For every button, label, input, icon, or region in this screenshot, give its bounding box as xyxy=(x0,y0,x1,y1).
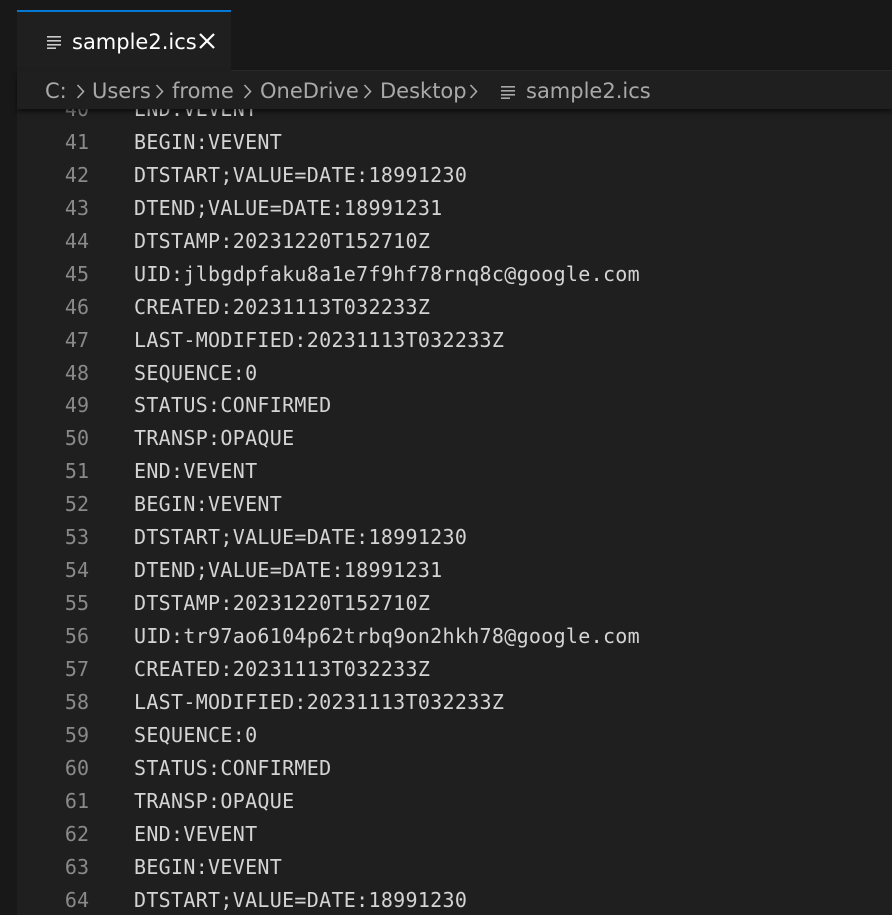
line-text: DTSTART;VALUE=DATE:18991230 xyxy=(134,525,468,550)
code-line[interactable]: 56 UID:tr97ao6104p62trbq9on2hkh78@google.… xyxy=(17,620,892,653)
line-number: 42 xyxy=(64,162,89,187)
code-line[interactable]: 42 DTSTART;VALUE=DATE:18991230 xyxy=(17,159,892,192)
line-text: UID:jlbgdpfaku8a1e7f9hf78rnq8c@google.co… xyxy=(134,261,640,286)
tab-bar: sample2.ics xyxy=(17,10,892,71)
code-line[interactable]: 50 TRANSP:OPAQUE xyxy=(17,422,892,455)
code-line[interactable]: 55 DTSTAMP:20231220T152710Z xyxy=(17,587,892,620)
code-line[interactable]: 57 CREATED:20231113T032233Z xyxy=(17,653,892,686)
line-text: CREATED:20231113T032233Z xyxy=(134,656,431,681)
code-editor[interactable]: 40 END:VEVENT 41 BEGIN:VEVENT 42 DTSTART;VALU… xyxy=(17,109,892,915)
tab-label: sample2.ics xyxy=(72,30,197,54)
line-number: 60 xyxy=(64,755,89,780)
code-line[interactable]: 58 LAST-MODIFIED:20231113T032233Z xyxy=(17,686,892,719)
code-line[interactable]: 41 BEGIN:VEVENT xyxy=(17,126,892,159)
line-text: DTEND;VALUE=DATE:18991231 xyxy=(134,195,443,220)
chevron-right-icon xyxy=(155,84,164,99)
line-text: UID:tr97ao6104p62trbq9on2hkh78@google.co… xyxy=(134,624,640,648)
line-number: 41 xyxy=(64,129,89,154)
line-text: DTSTAMP:20231220T152710Z xyxy=(134,591,431,616)
code-line[interactable]: 51 END:VEVENT xyxy=(17,455,892,488)
line-number: 57 xyxy=(64,656,89,681)
line-number: 58 xyxy=(64,689,89,714)
code-line[interactable]: 47 LAST-MODIFIED:20231113T032233Z xyxy=(17,324,892,357)
line-text: STATUS:CONFIRMED xyxy=(134,393,332,418)
line-number: 56 xyxy=(64,624,89,648)
breadcrumb: C: Users frome OneDrive Desktop sample2.… xyxy=(17,71,892,109)
code-line[interactable]: 40 END:VEVENT xyxy=(17,109,892,126)
line-text: END:VEVENT xyxy=(134,821,258,846)
line-number: 40 xyxy=(64,109,89,121)
chevron-right-icon xyxy=(469,84,478,99)
line-number: 45 xyxy=(64,261,89,286)
line-number: 59 xyxy=(64,722,89,747)
line-number: 50 xyxy=(64,426,89,451)
line-text: STATUS:CONFIRMED xyxy=(134,755,332,780)
code-line[interactable]: 64 DTSTART;VALUE=DATE:18991230 xyxy=(17,884,892,915)
code-line[interactable]: 60 STATUS:CONFIRMED xyxy=(17,752,892,785)
editor-window: sample2.ics C: Users frome OneDrive Desk… xyxy=(0,0,892,915)
line-text: END:VEVENT xyxy=(134,459,258,484)
line-text: BEGIN:VEVENT xyxy=(134,492,283,517)
line-text: TRANSP:OPAQUE xyxy=(134,426,295,451)
chevron-right-icon xyxy=(76,84,85,99)
line-number: 47 xyxy=(64,327,89,352)
breadcrumb-item-onedrive[interactable]: OneDrive xyxy=(260,78,359,104)
line-text: CREATED:20231113T032233Z xyxy=(134,294,431,319)
line-text: DTSTART;VALUE=DATE:18991230 xyxy=(134,887,468,912)
code-line[interactable]: 62 END:VEVENT xyxy=(17,818,892,851)
line-number: 64 xyxy=(64,887,89,912)
code-line[interactable]: 52 BEGIN:VEVENT xyxy=(17,488,892,521)
chevron-right-icon xyxy=(243,84,252,99)
line-number: 63 xyxy=(64,854,89,879)
line-number: 44 xyxy=(64,228,89,253)
file-lines-icon xyxy=(47,36,61,49)
activity-bar-edge xyxy=(0,0,18,915)
line-number: 55 xyxy=(64,591,89,616)
breadcrumb-item-desktop[interactable]: Desktop xyxy=(380,78,467,104)
line-number: 49 xyxy=(64,393,89,418)
line-text: BEGIN:VEVENT xyxy=(134,854,283,879)
code-line[interactable]: 43 DTEND;VALUE=DATE:18991231 xyxy=(17,192,892,225)
line-text: DTSTAMP:20231220T152710Z xyxy=(134,228,431,253)
line-text: LAST-MODIFIED:20231113T032233Z xyxy=(134,327,505,352)
code-line[interactable]: 63 BEGIN:VEVENT xyxy=(17,851,892,884)
line-number: 43 xyxy=(64,195,89,220)
breadcrumb-item-users[interactable]: Users xyxy=(92,78,151,104)
line-text: DTSTART;VALUE=DATE:18991230 xyxy=(134,162,468,187)
line-text: TRANSP:OPAQUE xyxy=(134,788,295,813)
tab-sample2-ics[interactable]: sample2.ics xyxy=(17,10,231,71)
line-number: 46 xyxy=(64,294,89,319)
code-line[interactable]: 54 DTEND;VALUE=DATE:18991231 xyxy=(17,554,892,587)
breadcrumb-item-file[interactable]: sample2.ics xyxy=(526,78,651,104)
line-number: 48 xyxy=(64,360,89,385)
line-number: 53 xyxy=(64,525,89,550)
code-line[interactable]: 49 STATUS:CONFIRMED xyxy=(17,389,892,422)
code-line[interactable]: 53 DTSTART;VALUE=DATE:18991230 xyxy=(17,521,892,554)
file-lines-icon xyxy=(501,86,515,99)
line-text: BEGIN:VEVENT xyxy=(134,129,283,154)
code-line[interactable]: 59 SEQUENCE:0 xyxy=(17,719,892,752)
line-text: SEQUENCE:0 xyxy=(134,722,258,747)
chevron-right-icon xyxy=(363,84,372,99)
title-bar-edge xyxy=(17,0,892,10)
breadcrumb-item-drive[interactable]: C: xyxy=(45,78,67,104)
line-number: 51 xyxy=(64,459,89,484)
code-line[interactable]: 48 SEQUENCE:0 xyxy=(17,357,892,390)
code-line[interactable]: 44 DTSTAMP:20231220T152710Z xyxy=(17,225,892,258)
line-number: 52 xyxy=(64,492,89,517)
code-line[interactable]: 46 CREATED:20231113T032233Z xyxy=(17,291,892,324)
line-number: 54 xyxy=(64,558,89,583)
code-line[interactable]: 61 TRANSP:OPAQUE xyxy=(17,785,892,818)
breadcrumb-item-frome[interactable]: frome xyxy=(172,78,234,104)
close-icon[interactable] xyxy=(198,32,216,50)
line-text: DTEND;VALUE=DATE:18991231 xyxy=(134,558,443,583)
line-text: SEQUENCE:0 xyxy=(134,360,258,385)
line-text: LAST-MODIFIED:20231113T032233Z xyxy=(134,689,505,714)
editor-lines: 40 END:VEVENT 41 BEGIN:VEVENT 42 DTSTART;VALU… xyxy=(17,109,892,915)
line-number: 61 xyxy=(64,788,89,813)
line-number: 62 xyxy=(64,821,89,846)
line-text: END:VEVENT xyxy=(134,109,258,121)
code-line[interactable]: 45 UID:jlbgdpfaku8a1e7f9hf78rnq8c@google.… xyxy=(17,258,892,291)
